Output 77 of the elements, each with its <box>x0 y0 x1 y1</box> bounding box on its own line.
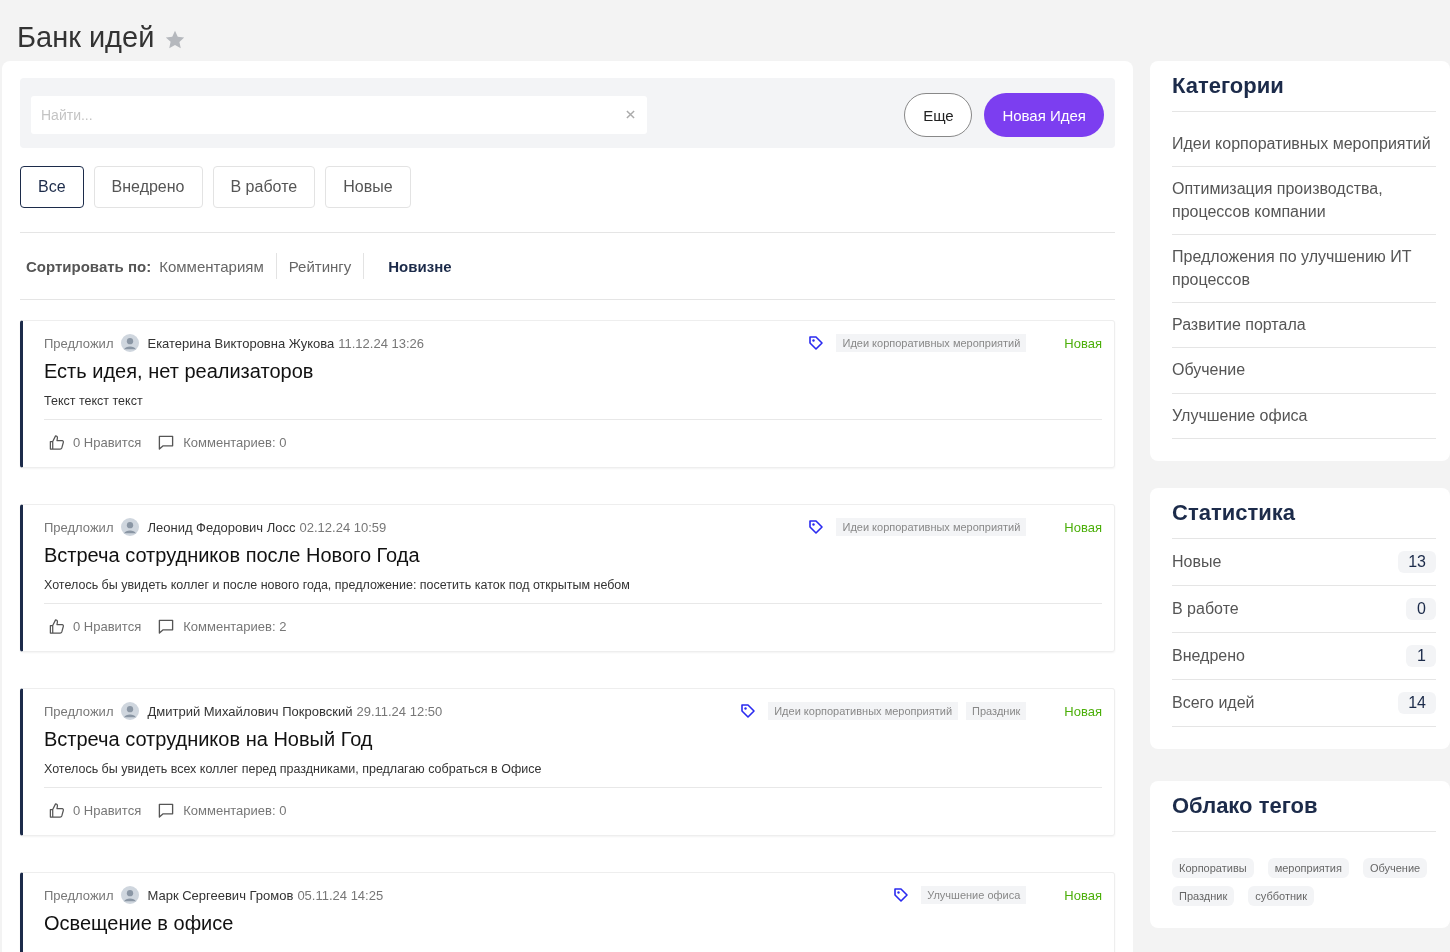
page-title: Банк идей <box>17 21 155 54</box>
tag-icon <box>808 335 825 351</box>
category-link[interactable]: Оптимизация производства, процессов компании <box>1172 167 1436 236</box>
filter-tab[interactable]: Внедрено <box>93 166 203 208</box>
category-link[interactable]: Улучшение офиса <box>1172 393 1436 440</box>
idea-title[interactable]: Встреча сотрудников после Нового Года <box>44 544 1102 567</box>
tag-icon <box>808 519 825 535</box>
category-link[interactable]: Развитие портала <box>1172 302 1436 349</box>
author-name[interactable]: Дмитрий Михайлович Покровский <box>147 703 353 719</box>
comments-count[interactable]: Комментариев: 0 <box>183 435 287 450</box>
idea-text: Хотелось бы увидеть всех коллег перед праздниками, предлагаю собраться в Офисе <box>44 762 1102 788</box>
category-link[interactable]: Идеи корпоративных мероприятий <box>1172 122 1436 168</box>
stat-count: 1 <box>1406 645 1436 668</box>
stat-label: В работе <box>1172 600 1239 619</box>
comments-count[interactable]: Комментариев: 2 <box>183 619 287 634</box>
author-name[interactable]: Марк Сергеевич Громов <box>147 887 294 903</box>
cloud-tag[interactable]: субботник <box>1248 886 1314 907</box>
comment-icon[interactable] <box>157 434 176 451</box>
avatar-icon <box>121 702 140 720</box>
idea-title[interactable]: Освещение в офисе <box>44 912 1102 935</box>
comment-icon[interactable] <box>157 802 176 819</box>
author-name[interactable]: Екатерина Викторовна Жукова <box>147 335 335 351</box>
thumbs-up-icon[interactable] <box>48 434 65 451</box>
more-button[interactable]: Еще <box>904 93 973 137</box>
category-link[interactable]: Предложения по улучшению ИТ процессов <box>1172 235 1436 303</box>
proposed-by-label: Предложил <box>44 703 114 719</box>
idea-text: Хотелось бы увидеть коллег и после нового года, предложение: посетить каток под открытым небом <box>44 578 1102 604</box>
panel-title: Статистика <box>1172 500 1436 540</box>
idea-title[interactable]: Есть идея, нет реализаторов <box>44 360 1102 383</box>
sort-option[interactable]: Комментариям <box>159 255 276 277</box>
cloud-tag[interactable]: Обучение <box>1362 858 1428 879</box>
thumbs-up-icon[interactable] <box>48 802 65 819</box>
filter-tab[interactable]: Все <box>20 166 84 208</box>
new-idea-button[interactable]: Новая Идея <box>984 93 1104 137</box>
idea-date: 02.12.24 10:59 <box>299 519 387 535</box>
cloud-tag[interactable]: Праздник <box>1172 886 1235 907</box>
stat-label: Внедрено <box>1172 647 1245 666</box>
cloud-tag[interactable]: мероприятия <box>1267 858 1349 879</box>
proposed-by-label: Предложил <box>44 335 114 351</box>
sort-label: Сортировать по: <box>26 257 152 275</box>
category-link[interactable]: Обучение <box>1172 348 1436 394</box>
likes-count[interactable]: 0 Нравится <box>73 803 142 818</box>
likes-count[interactable]: 0 Нравится <box>73 619 142 634</box>
status-label: Новая <box>1064 887 1102 903</box>
stat-label: Новые <box>1172 553 1222 572</box>
likes-count[interactable]: 0 Нравится <box>73 435 142 450</box>
proposed-by-label: Предложил <box>44 519 114 535</box>
panel-title: Категории <box>1172 73 1436 112</box>
filter-tab[interactable]: Новые <box>325 166 411 208</box>
comment-icon[interactable] <box>157 618 176 635</box>
idea-date: 05.11.24 14:25 <box>297 887 384 903</box>
panel-title: Облако тегов <box>1172 793 1436 833</box>
idea-date: 11.12.24 13:26 <box>338 335 424 351</box>
avatar-icon <box>121 334 140 352</box>
idea-date: 29.11.24 12:50 <box>356 703 443 719</box>
cloud-tag[interactable]: Корпоративы <box>1172 858 1254 879</box>
status-label: Новая <box>1064 703 1102 719</box>
stat-label: Всего идей <box>1172 694 1255 713</box>
filter-tab[interactable]: В работе <box>212 166 316 208</box>
sort-option[interactable]: Новизне <box>376 255 464 277</box>
search-field[interactable]: Найти... <box>31 96 647 134</box>
status-label: Новая <box>1064 519 1102 535</box>
thumbs-up-icon[interactable] <box>48 618 65 635</box>
sort-option[interactable]: Рейтингу <box>288 255 364 277</box>
stat-count: 0 <box>1406 598 1436 621</box>
stat-count: 14 <box>1398 692 1436 715</box>
idea-text: Текст текст текст <box>44 394 1102 420</box>
stat-count: 13 <box>1398 551 1436 574</box>
tag-icon <box>740 703 757 719</box>
proposed-by-label: Предложил <box>44 887 114 903</box>
avatar-icon <box>121 886 140 904</box>
comments-count[interactable]: Комментариев: 0 <box>183 803 287 818</box>
author-name[interactable]: Леонид Федорович Лосс <box>147 519 296 535</box>
status-label: Новая <box>1064 335 1102 351</box>
tag-icon <box>893 887 910 903</box>
idea-title[interactable]: Встреча сотрудников на Новый Год <box>44 728 1102 751</box>
avatar-icon <box>121 518 140 536</box>
